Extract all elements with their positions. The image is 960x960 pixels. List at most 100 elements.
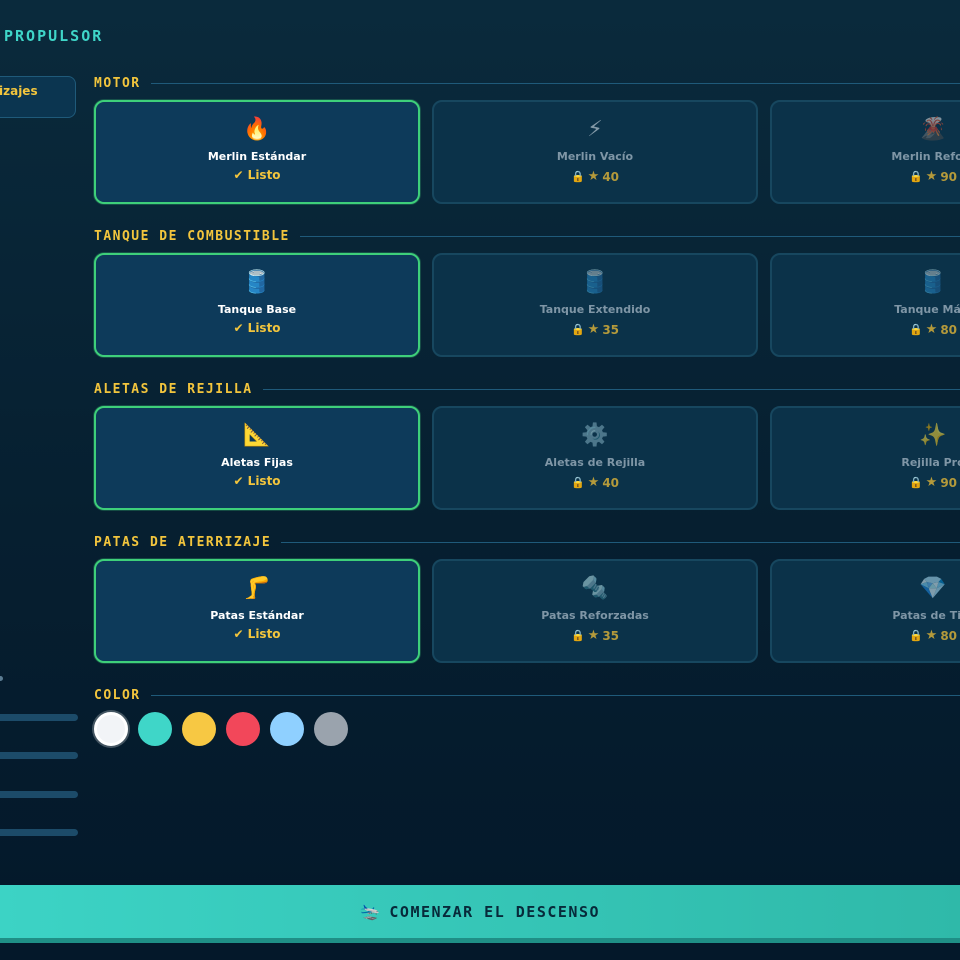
sparkles-icon: ✨ (919, 423, 947, 448)
option-name: Tanque Extendido (539, 303, 651, 316)
star-icon: ★ (925, 628, 938, 643)
lightning-icon: ⚡ (587, 117, 603, 142)
option-cards: 🔥 Merlin Estándar ✔ Listo ⚡ Merlin Vacío 🔒 ★ 40… (94, 100, 960, 206)
star-icon: ★ (925, 322, 938, 337)
lock-icon: 🔒 (908, 170, 923, 183)
option-card[interactable]: 🌋 Merlin Reforz 🔒★90 (770, 100, 960, 204)
option-cost: 🔒 ★ 35 (571, 322, 619, 337)
barrel-icon: 🛢️ (581, 270, 609, 295)
start-descent-label: COMENZAR EL DESCENSO (389, 902, 601, 921)
cost-value: 80 (940, 322, 958, 337)
barrel-icon: 🛢️ (243, 270, 271, 295)
section-tanque-de-combustible: TANQUE DE COMBUSTIBLE 🛢️ Tanque Base ✔ List… (94, 227, 960, 359)
option-card[interactable]: 🔥 Merlin Estándar ✔ Listo (94, 100, 420, 204)
option-cards: 🦵 Patas Estándar ✔ Listo 🔩 Patas Reforzadas 🔒… (94, 559, 960, 665)
star-icon: ★ (587, 475, 600, 490)
section-divider (150, 694, 960, 696)
cost-value: 90 (940, 475, 958, 490)
cost-value: 40 (602, 169, 620, 184)
option-name: Tanque Base (217, 303, 297, 316)
sidebar-tab-active[interactable]: izajes (0, 76, 76, 118)
section-divider (281, 541, 960, 543)
color-swatch[interactable] (314, 712, 348, 746)
color-swatch-row (94, 712, 960, 746)
option-name: Aletas de Rejilla (544, 456, 646, 469)
color-swatch[interactable] (226, 712, 260, 746)
color-swatch[interactable] (138, 712, 172, 746)
cost-value: 90 (940, 169, 958, 184)
section-header: MOTOR (94, 74, 960, 92)
option-name: Patas Reforzadas (541, 609, 649, 622)
option-card[interactable]: 🛢️ Tanque Extendido 🔒 ★ 35 (432, 253, 758, 357)
option-card[interactable]: ⚙️ Aletas de Rejilla 🔒 ★ 40 (432, 406, 758, 510)
star-icon: ★ (587, 169, 600, 184)
option-cost: 🔒 ★ 80 (909, 322, 957, 337)
gem-icon: 💎 (919, 576, 947, 601)
section-divider (262, 388, 960, 390)
ready-status: ✔ Listo (233, 321, 281, 335)
option-card[interactable]: ⚡ Merlin Vacío 🔒 ★ 40 (432, 100, 758, 204)
section-title: TANQUE DE COMBUSTIBLE (94, 228, 290, 244)
option-name: Aletas Fijas (221, 456, 293, 469)
section-divider (299, 235, 960, 237)
section-header: PATAS DE ATERRIZAJE (94, 533, 960, 551)
option-name: Patas de Tita (892, 609, 960, 622)
section-divider (150, 82, 960, 84)
section-aletas-de-rejilla: ALETAS DE REJILLA 📐 Aletas Fijas ✔ Listo ⚙️ A… (94, 380, 960, 512)
option-name: Merlin Reforz (891, 150, 960, 163)
sidebar: izajes (0, 0, 80, 960)
parts-sections: MOTOR 🔥 Merlin Estándar ✔ Listo ⚡ Merlin Vací… (94, 74, 960, 665)
lock-icon: 🔒 (570, 476, 585, 489)
sidebar-bar[interactable] (0, 829, 78, 836)
leg-icon: 🦵 (243, 576, 271, 601)
option-cost: 🔒 ★ 40 (571, 475, 619, 490)
star-icon: ★ (925, 169, 938, 184)
section-header: TANQUE DE COMBUSTIBLE (94, 227, 960, 245)
lock-icon: 🔒 (570, 170, 585, 183)
app-screen: PROPULSOR izajes MOTOR 🔥 Merlin Estándar ✔ … (0, 0, 960, 960)
color-swatch[interactable] (270, 712, 304, 746)
sidebar-bar[interactable] (0, 714, 78, 721)
color-swatch[interactable] (94, 712, 128, 746)
landing-icon: 🛬 (359, 902, 382, 921)
cost-value: 35 (602, 628, 620, 643)
option-name: Merlin Estándar (207, 150, 307, 163)
lock-icon: 🔒 (908, 476, 923, 489)
sidebar-indicator-dot (0, 676, 3, 681)
option-cost: 🔒 ★ 40 (571, 169, 619, 184)
option-name: Patas Estándar (210, 609, 304, 622)
lock-icon: 🔒 (570, 323, 585, 336)
section-header: ALETAS DE REJILLA (94, 380, 960, 398)
option-card[interactable]: 🛢️ Tanque Máxi 🔒★80 (770, 253, 960, 357)
option-card[interactable]: 🛢️ Tanque Base ✔ Listo (94, 253, 420, 357)
section-title: COLOR (94, 687, 141, 703)
section-title: ALETAS DE REJILLA (94, 381, 253, 397)
option-card[interactable]: 📐 Aletas Fijas ✔ Listo (94, 406, 420, 510)
option-card[interactable]: 💎 Patas de Tita 🔒★80 (770, 559, 960, 663)
section-header: COLOR (94, 686, 960, 704)
color-swatch[interactable] (182, 712, 216, 746)
ready-status: ✔ Listo (233, 627, 281, 641)
triangle-ruler-icon: 📐 (243, 423, 271, 448)
option-cost: 🔒 ★ 90 (909, 475, 957, 490)
cost-value: 80 (940, 628, 958, 643)
lock-icon: 🔒 (570, 629, 585, 642)
lock-icon: 🔒 (908, 323, 923, 336)
ready-status: ✔ Listo (233, 168, 281, 182)
option-name: Tanque Máxi (894, 303, 960, 316)
option-cost: 🔒 ★ 80 (909, 628, 957, 643)
sidebar-bar[interactable] (0, 752, 78, 759)
option-card[interactable]: 🔩 Patas Reforzadas 🔒 ★ 35 (432, 559, 758, 663)
cost-value: 40 (602, 475, 620, 490)
option-card[interactable]: 🦵 Patas Estándar ✔ Listo (94, 559, 420, 663)
star-icon: ★ (587, 628, 600, 643)
option-card[interactable]: ✨ Rejilla Pro 🔒 ★ 90 (770, 406, 960, 510)
star-icon: ★ (925, 475, 938, 490)
section-patas-de-aterrizaje: PATAS DE ATERRIZAJE 🦵 Patas Estándar ✔ List… (94, 533, 960, 665)
start-descent-button[interactable]: 🛬 COMENZAR EL DESCENSO (0, 885, 960, 943)
sidebar-bar[interactable] (0, 791, 78, 798)
option-name: Merlin Vacío (556, 150, 634, 163)
ready-status: ✔ Listo (233, 474, 281, 488)
option-cards: 🛢️ Tanque Base ✔ Listo 🛢️ Tanque Extendido 🔒 ★… (94, 253, 960, 359)
cost-value: 35 (602, 322, 620, 337)
